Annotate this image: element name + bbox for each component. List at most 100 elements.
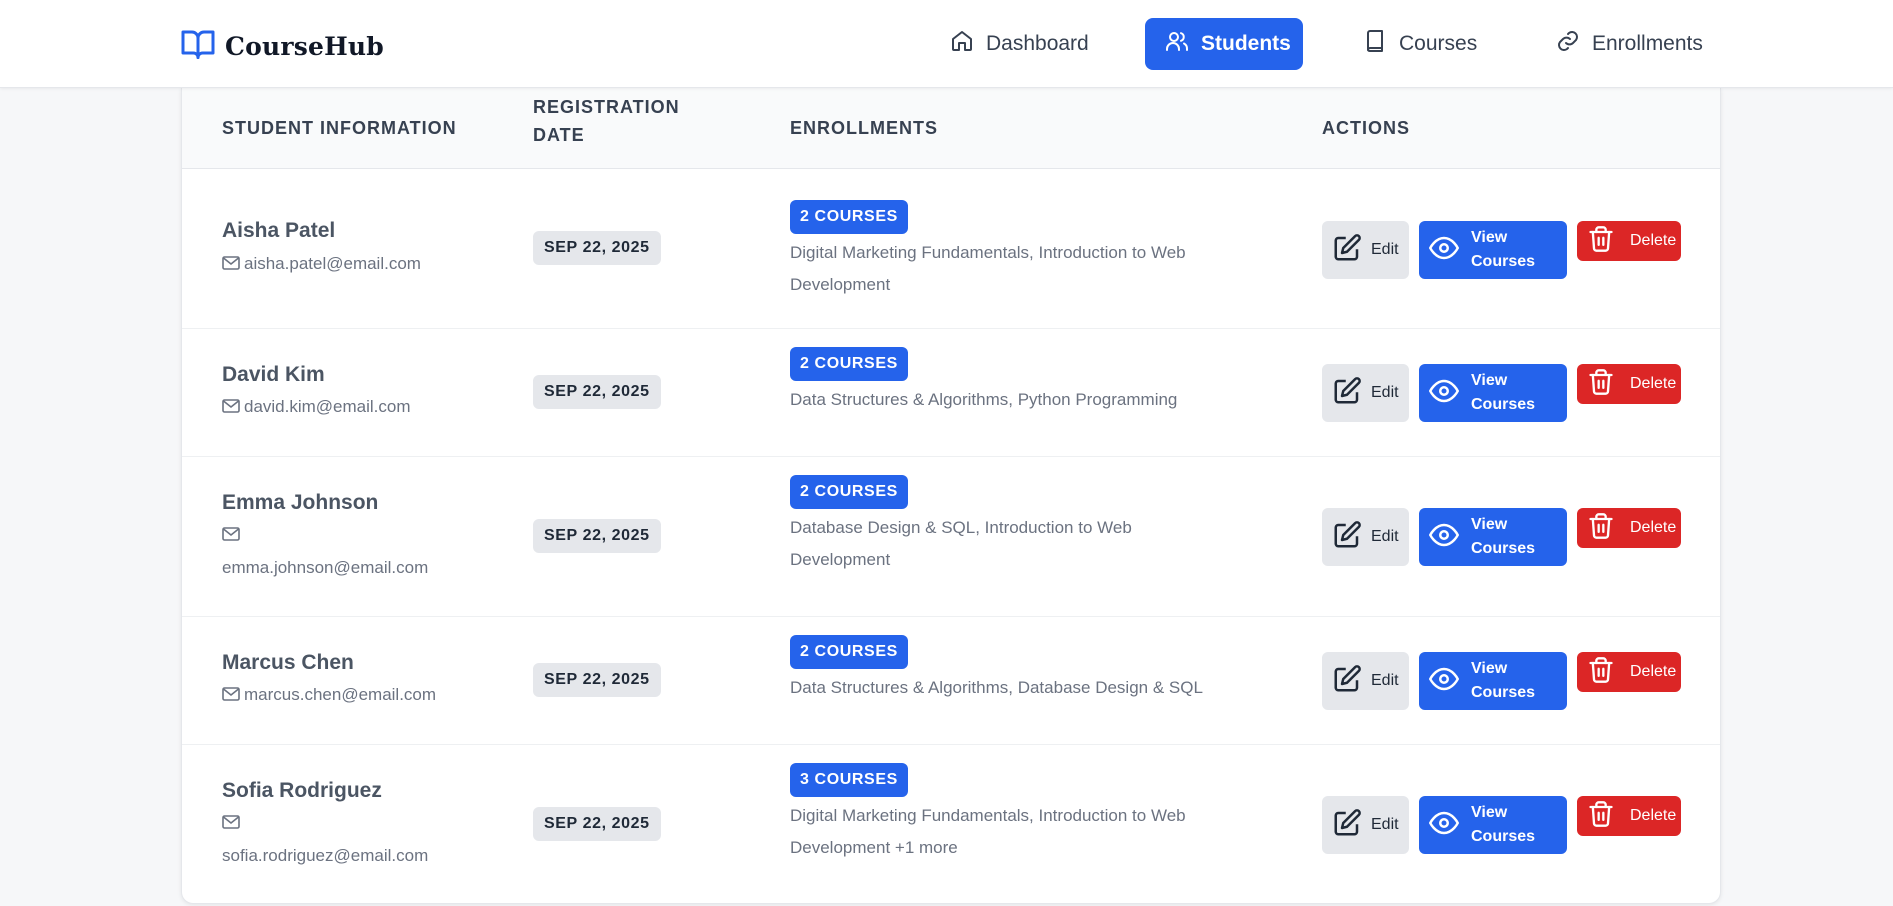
book-icon <box>1363 29 1399 59</box>
view-courses-button[interactable]: View Courses <box>1419 364 1567 422</box>
edit-icon <box>1332 520 1371 555</box>
delete-label: Delete <box>1630 807 1677 824</box>
table-row: Sofia Rodriguez sofia.rodriguez@email.co… <box>182 745 1720 903</box>
delete-button[interactable]: Delete <box>1577 652 1681 692</box>
edit-icon <box>1332 664 1371 699</box>
course-count-badge: 2 COURSES <box>790 475 908 509</box>
student-email-text: emma.johnson@email.com <box>222 558 429 577</box>
eye-icon <box>1428 808 1471 843</box>
home-icon <box>950 29 986 59</box>
student-email: aisha.patel@email.com <box>222 248 472 281</box>
student-email: marcus.chen@email.com <box>222 679 472 712</box>
nav-students[interactable]: Students <box>1145 18 1303 70</box>
course-count-badge: 2 COURSES <box>790 635 908 669</box>
registration-date: SEP 22, 2025 <box>533 807 661 841</box>
nav-dashboard-label: Dashboard <box>986 32 1089 55</box>
eye-icon <box>1428 376 1471 411</box>
students-table: STUDENT INFORMATION REGISTRATION DATE EN… <box>181 88 1721 904</box>
table-row: David Kim david.kim@email.com SEP 22, 20… <box>182 329 1720 457</box>
trash-icon <box>1587 656 1630 689</box>
view-courses-label: View Courses <box>1471 660 1536 701</box>
view-courses-label: View Courses <box>1471 804 1536 845</box>
student-name: David Kim <box>222 363 325 386</box>
delete-button[interactable]: Delete <box>1577 364 1681 404</box>
student-email-text: marcus.chen@email.com <box>244 685 437 704</box>
mail-icon <box>222 808 240 840</box>
nav-dashboard[interactable]: Dashboard <box>930 18 1100 70</box>
course-count-badge: 2 COURSES <box>790 347 908 381</box>
mail-icon <box>222 520 240 552</box>
link-icon <box>1556 29 1592 59</box>
header-actions: ACTIONS <box>1322 118 1410 138</box>
course-list: Data Structures & Algorithms, Python Pro… <box>790 390 1178 409</box>
registration-date: SEP 22, 2025 <box>533 519 661 553</box>
trash-icon <box>1587 800 1630 833</box>
delete-label: Delete <box>1630 232 1677 249</box>
view-courses-button[interactable]: View Courses <box>1419 508 1567 566</box>
mail-icon <box>222 680 240 712</box>
view-courses-label: View Courses <box>1471 229 1536 270</box>
nav-courses[interactable]: Courses <box>1343 18 1493 70</box>
delete-button[interactable]: Delete <box>1577 796 1681 836</box>
table-row: Marcus Chen marcus.chen@email.com SEP 22… <box>182 617 1720 745</box>
enrollment-cell: 2 COURSES Database Design & SQL, Introdu… <box>790 475 1230 576</box>
table-header: STUDENT INFORMATION REGISTRATION DATE EN… <box>182 88 1720 169</box>
edit-button[interactable]: Edit <box>1322 652 1409 710</box>
delete-label: Delete <box>1630 375 1677 392</box>
edit-button[interactable]: Edit <box>1322 796 1409 854</box>
app-name: CourseHub <box>225 32 384 61</box>
table-row: Aisha Patel aisha.patel@email.com SEP 22… <box>182 169 1720 329</box>
nav-enrollments-label: Enrollments <box>1592 32 1703 55</box>
trash-icon <box>1587 225 1630 258</box>
mail-icon <box>222 392 240 424</box>
trash-icon <box>1587 368 1630 401</box>
edit-label: Edit <box>1371 384 1399 401</box>
delete-label: Delete <box>1630 663 1677 680</box>
edit-button[interactable]: Edit <box>1322 364 1409 422</box>
edit-button[interactable]: Edit <box>1322 508 1409 566</box>
enrollment-cell: 3 COURSES Digital Marketing Fundamentals… <box>790 763 1230 864</box>
edit-label: Edit <box>1371 672 1399 689</box>
edit-icon <box>1332 233 1371 268</box>
student-name: Emma Johnson <box>222 491 379 514</box>
registration-date: SEP 22, 2025 <box>533 231 661 265</box>
header-enrollments: ENROLLMENTS <box>790 118 938 138</box>
eye-icon <box>1428 233 1471 268</box>
view-courses-label: View Courses <box>1471 372 1536 413</box>
users-icon <box>1165 29 1201 59</box>
enrollment-cell: 2 COURSES Data Structures & Algorithms, … <box>790 347 1250 416</box>
header-student-information: STUDENT INFORMATION <box>222 118 457 138</box>
enrollment-cell: 2 COURSES Data Structures & Algorithms, … <box>790 635 1260 704</box>
student-email: david.kim@email.com <box>222 391 472 424</box>
delete-button[interactable]: Delete <box>1577 221 1681 261</box>
registration-date: SEP 22, 2025 <box>533 663 661 697</box>
student-email-text: sofia.rodriguez@email.com <box>222 846 429 865</box>
student-name: Marcus Chen <box>222 651 354 674</box>
view-courses-button[interactable]: View Courses <box>1419 796 1567 854</box>
student-name: Sofia Rodriguez <box>222 779 382 802</box>
nav-enrollments[interactable]: Enrollments <box>1536 18 1726 70</box>
eye-icon <box>1428 520 1471 555</box>
view-courses-button[interactable]: View Courses <box>1419 652 1567 710</box>
edit-label: Edit <box>1371 241 1399 258</box>
student-email: sofia.rodriguez@email.com <box>222 807 452 872</box>
table-row: Emma Johnson emma.johnson@email.com SEP … <box>182 457 1720 617</box>
course-count-badge: 3 COURSES <box>790 763 908 797</box>
trash-icon <box>1587 512 1630 545</box>
course-count-badge: 2 COURSES <box>790 200 908 234</box>
eye-icon <box>1428 664 1471 699</box>
edit-label: Edit <box>1371 528 1399 545</box>
view-courses-button[interactable]: View Courses <box>1419 221 1567 279</box>
brand[interactable]: CourseHub <box>180 26 384 67</box>
top-navbar: CourseHub Dashboard Students Courses Enr… <box>0 0 1893 88</box>
nav-courses-label: Courses <box>1399 32 1478 55</box>
course-list: Database Design & SQL, Introduction to W… <box>790 518 1132 569</box>
mail-icon <box>222 249 240 281</box>
student-email-text: david.kim@email.com <box>244 397 411 416</box>
registration-date: SEP 22, 2025 <box>533 375 661 409</box>
edit-button[interactable]: Edit <box>1322 221 1409 279</box>
edit-label: Edit <box>1371 816 1399 833</box>
student-email-text: aisha.patel@email.com <box>244 254 421 273</box>
view-courses-label: View Courses <box>1471 516 1536 557</box>
delete-button[interactable]: Delete <box>1577 508 1681 548</box>
